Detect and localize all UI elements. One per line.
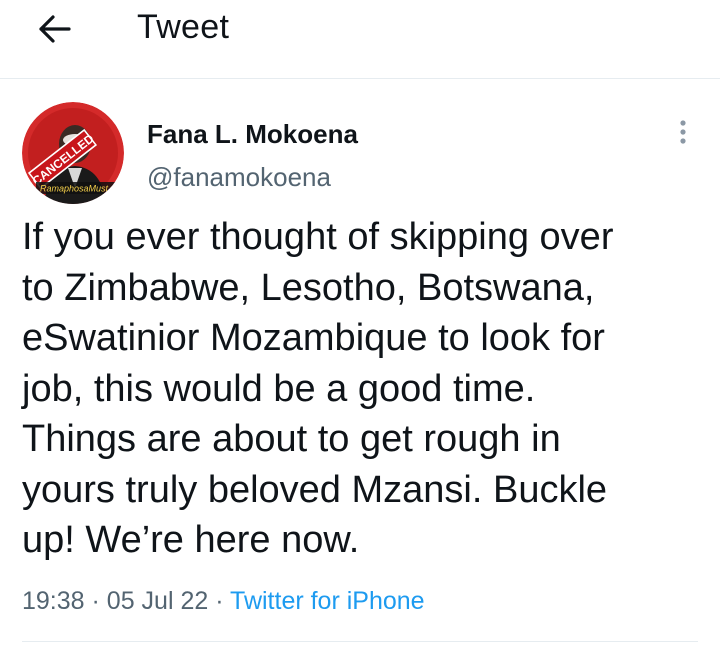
tweet-text: If you ever thought of skipping over to … [22, 216, 614, 561]
more-vertical-icon [680, 120, 686, 144]
avatar-caption: RamaphosaMust [40, 184, 109, 194]
tweet-source-link[interactable]: Twitter for iPhone [230, 587, 425, 615]
back-button[interactable] [34, 12, 74, 46]
top-bar: Tweet [0, 0, 720, 79]
meta-separator: · [91, 587, 100, 615]
tweet-time[interactable]: 19:38 [22, 587, 85, 615]
author-handle[interactable]: @fanamokoena [147, 162, 358, 192]
tweet-date[interactable]: 05 Jul 22 [107, 587, 208, 615]
tweet-metadata: 19:38 · 05 Jul 22 · Twitter for iPhone [22, 587, 425, 616]
author-info[interactable]: Fana L. Mokoena @fanamokoena [147, 119, 358, 192]
more-options-button[interactable] [668, 118, 698, 148]
author-name[interactable]: Fana L. Mokoena [147, 119, 358, 149]
arrow-left-icon [39, 15, 71, 43]
meta-separator: · [215, 587, 224, 615]
divider [22, 641, 698, 642]
avatar[interactable]: CANCELLED RamaphosaMust [22, 102, 124, 204]
page-title: Tweet [137, 8, 230, 46]
